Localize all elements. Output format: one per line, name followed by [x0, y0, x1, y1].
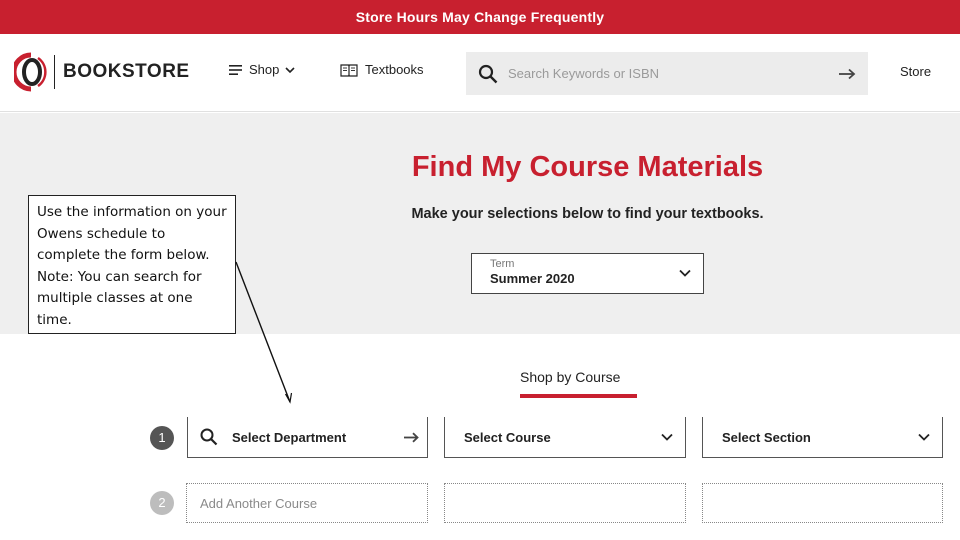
site-search: [466, 52, 868, 95]
department-select[interactable]: Select Department: [187, 417, 428, 458]
tab-active-indicator: [520, 394, 637, 398]
instruction-callout: Use the information on your Owens schedu…: [28, 195, 236, 334]
book-icon: [340, 63, 358, 77]
search-icon: [200, 428, 218, 446]
search-input[interactable]: [508, 66, 818, 81]
chevron-down-icon: [679, 269, 691, 277]
section-select-placeholder: [702, 483, 943, 523]
logo-divider: [54, 55, 55, 89]
site-header: BOOKSTORE Shop Textbooks Search Keywords…: [0, 34, 960, 112]
course-select[interactable]: Select Course: [444, 417, 686, 458]
banner-text: Store Hours May Change Frequently: [355, 9, 605, 25]
menu-icon: [229, 64, 242, 75]
logo-text: BOOKSTORE: [63, 61, 190, 82]
row-number: 2: [150, 491, 174, 515]
arrow-right-icon[interactable]: [838, 68, 856, 80]
page-title: Find My Course Materials: [411, 151, 764, 183]
term-dropdown[interactable]: Term Summer 2020: [471, 253, 704, 294]
section-select[interactable]: Select Section: [702, 417, 943, 458]
section-select-label: Select Section: [722, 429, 811, 445]
announcement-banner: Store Hours May Change Frequently: [0, 0, 960, 34]
chevron-down-icon: [661, 433, 673, 441]
chevron-down-icon: [285, 66, 295, 73]
row-number: 1: [150, 426, 174, 450]
nav-shop-label: Shop: [249, 62, 280, 77]
logo-icon: [14, 52, 47, 92]
nav-store-link[interactable]: Store: [900, 64, 931, 79]
course-select-placeholder: [444, 483, 686, 523]
add-another-course-input[interactable]: Add Another Course: [186, 483, 428, 523]
term-value: Summer 2020: [490, 271, 575, 286]
bookstore-logo[interactable]: BOOKSTORE: [14, 52, 190, 92]
tab-shop-by-course[interactable]: Shop by Course: [520, 369, 620, 385]
nav-shop-menu[interactable]: Shop: [229, 62, 295, 77]
term-label: Term: [490, 258, 515, 270]
arrow-right-icon[interactable]: [403, 432, 419, 443]
course-select-label: Select Course: [464, 429, 551, 445]
nav-textbooks-label: Textbooks: [365, 62, 424, 77]
search-icon[interactable]: [478, 64, 498, 84]
nav-textbooks-link[interactable]: Textbooks: [340, 62, 424, 77]
department-select-label: Select Department: [232, 429, 347, 445]
chevron-down-icon: [918, 433, 930, 441]
